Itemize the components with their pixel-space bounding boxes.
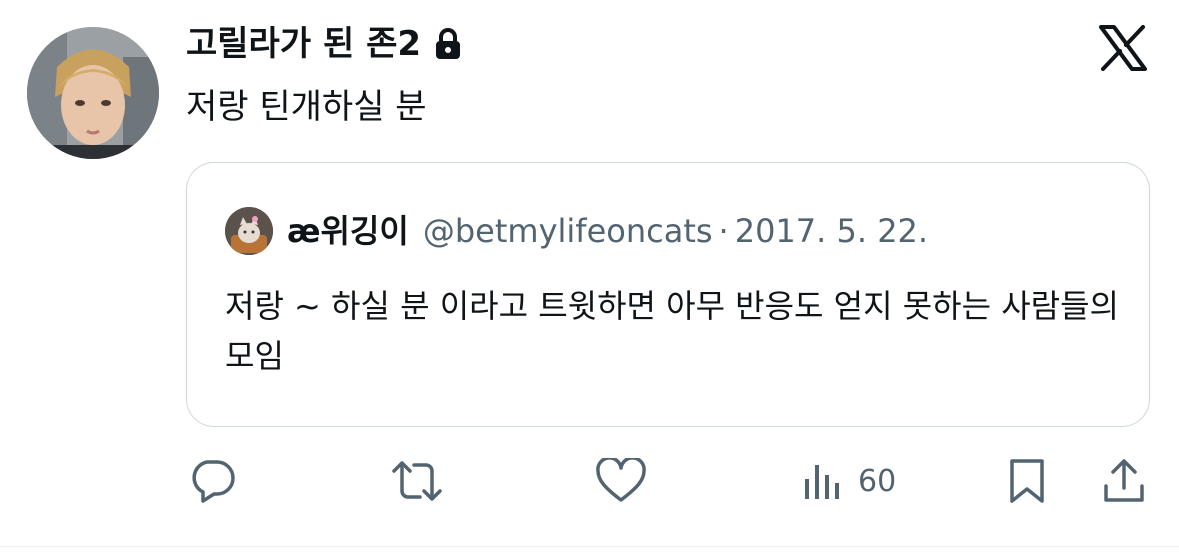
bottom-divider (0, 546, 1179, 547)
reply-button[interactable] (187, 456, 237, 506)
retweet-button[interactable] (390, 456, 444, 506)
quoted-tweet-card[interactable]: æ위깅이 @betmylifeoncats · 2017. 5. 22. 저랑 … (186, 162, 1150, 427)
reply-icon (187, 458, 237, 504)
views-count: 60 (858, 463, 897, 499)
author-display-name-row[interactable]: 고릴라가 된 존2 (186, 22, 463, 66)
bookmark-button[interactable] (1007, 456, 1047, 506)
like-button[interactable] (595, 456, 647, 506)
author-display-name[interactable]: 고릴라가 된 존2 (186, 22, 421, 66)
bookmark-icon (1007, 458, 1047, 504)
quoted-date[interactable]: 2017. 5. 22. (735, 209, 928, 253)
heart-icon (595, 458, 647, 504)
tweet-actions-bar: 60 (0, 456, 1179, 506)
share-icon (1102, 458, 1146, 504)
quoted-display-name[interactable]: æ위깅이 (287, 209, 409, 253)
quoted-tweet-text: 저랑 ~ 하실 분 이라고 트윗하면 아무 반응도 얻지 못하는 사람들의 모임 (225, 287, 1119, 375)
views-button[interactable]: 60 (802, 456, 896, 506)
separator-dot: · (718, 212, 729, 250)
quoted-tweet-header: æ위깅이 @betmylifeoncats · 2017. 5. 22. (225, 207, 928, 255)
author-avatar[interactable] (27, 27, 159, 159)
share-button[interactable] (1102, 456, 1146, 506)
quoted-author-avatar[interactable] (225, 207, 273, 255)
tweet-text: 저랑 틴개하실 분 (186, 87, 427, 127)
x-logo-icon (1097, 24, 1149, 72)
views-chart-icon (802, 461, 846, 501)
quoted-handle[interactable]: @betmylifeoncats (423, 209, 713, 253)
lock-icon (433, 27, 463, 61)
retweet-icon (390, 459, 444, 503)
